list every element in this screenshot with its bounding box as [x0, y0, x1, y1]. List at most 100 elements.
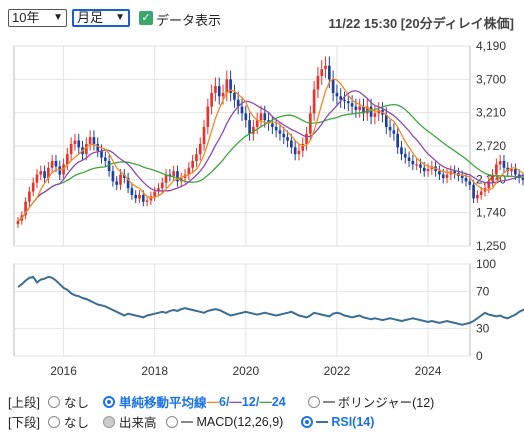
- sma-12-label: 12: [241, 394, 256, 409]
- price-tick-label: 1,250: [476, 239, 506, 253]
- volume-radio[interactable]: [102, 415, 115, 428]
- candle-body: [419, 164, 422, 168]
- candle-body: [130, 188, 134, 195]
- x-tick-label: 2024: [415, 364, 442, 378]
- sma-6-label: 6: [218, 394, 226, 409]
- volume-label: 出来高: [118, 416, 157, 430]
- candle-body: [244, 113, 248, 121]
- candle-body: [77, 140, 81, 148]
- candle-body: [221, 92, 225, 97]
- candle-body: [153, 191, 157, 197]
- candle-body: [441, 174, 445, 178]
- candle-body: [407, 157, 411, 161]
- candle-body: [263, 113, 267, 121]
- candle-body: [50, 160, 54, 168]
- candle-body: [282, 133, 286, 138]
- candle-body: [255, 120, 259, 127]
- candle-body: [438, 171, 441, 175]
- candle-body: [460, 175, 464, 178]
- price-tick-label: 1,740: [476, 206, 506, 220]
- candle-body: [343, 99, 346, 102]
- candle-body: [479, 191, 483, 195]
- candle-body: [472, 184, 475, 199]
- candle-body: [286, 137, 289, 141]
- candle-body: [248, 120, 251, 134]
- candle-body: [119, 174, 122, 185]
- candle-body: [160, 182, 164, 189]
- candle-body: [327, 65, 331, 80]
- candle-body: [476, 194, 479, 199]
- candle-body: [468, 181, 472, 185]
- candle-body: [422, 167, 426, 172]
- candle-body: [39, 171, 43, 175]
- candle-body: [172, 171, 175, 176]
- candle-body: [350, 103, 354, 107]
- candle-body: [297, 150, 301, 155]
- rsi-tick-label: 70: [476, 285, 490, 299]
- candle-body: [210, 92, 213, 107]
- candle-body: [403, 154, 407, 158]
- candle-body: [92, 137, 96, 144]
- candle-body: [445, 174, 449, 178]
- candle-body: [202, 126, 206, 144]
- candle-body: [320, 69, 324, 76]
- candle-body: [54, 160, 58, 167]
- rsi-radio[interactable]: [301, 415, 314, 428]
- candle-body: [290, 140, 293, 148]
- lower-none-radio[interactable]: [47, 415, 60, 428]
- candle-body: [138, 194, 141, 199]
- candle-body: [411, 160, 415, 165]
- price-tick-label: 4,190: [476, 39, 506, 53]
- candle-body: [107, 160, 111, 172]
- candle-body: [195, 154, 198, 161]
- candle-body: [335, 92, 339, 97]
- candle-body: [134, 194, 138, 199]
- candle-body: [225, 79, 229, 93]
- candle-body: [58, 166, 62, 175]
- macd-radio[interactable]: [166, 415, 179, 428]
- sma-24-label: 24: [271, 394, 286, 409]
- candle-body: [214, 86, 217, 93]
- candle-body: [426, 169, 430, 172]
- candle-body: [510, 169, 513, 172]
- candle-body: [331, 79, 335, 93]
- price-tick-label: 3,700: [476, 72, 506, 86]
- upper-none-label: なし: [63, 396, 89, 410]
- candle-body: [145, 200, 149, 202]
- candle-body: [233, 92, 236, 100]
- sma-label: 単純移動平均線: [118, 396, 207, 410]
- price-tick-label: 3,210: [476, 106, 506, 120]
- lower-prefix: [下段]: [8, 416, 40, 430]
- candle-body: [316, 75, 320, 90]
- candle-body: [392, 130, 396, 134]
- x-tick-label: 2018: [141, 364, 168, 378]
- candle-body: [69, 143, 73, 155]
- x-tick-label: 2022: [324, 364, 351, 378]
- lower-none-label: なし: [63, 416, 89, 430]
- candle-body: [293, 147, 297, 155]
- rsi-label: RSI(14): [331, 414, 375, 429]
- candle-body: [16, 220, 20, 225]
- candle-body: [324, 65, 327, 70]
- candle-body: [274, 126, 278, 131]
- x-tick-label: 2020: [232, 364, 259, 378]
- upper-options: [上段] なし 単純移動平均線 —6/ —12/ —24 ボリンジャー(12): [8, 392, 434, 411]
- sma-radio[interactable]: [102, 395, 115, 408]
- candle-body: [96, 143, 100, 151]
- bollinger-radio[interactable]: [307, 395, 320, 408]
- candle-body: [115, 181, 119, 185]
- candle-body: [502, 160, 506, 168]
- upper-none-radio[interactable]: [47, 395, 60, 408]
- candle-body: [369, 106, 373, 117]
- candle-body: [28, 191, 31, 202]
- rsi-tick-label: 100: [476, 257, 496, 271]
- rsi-tick-label: 30: [476, 321, 490, 335]
- candle-body: [191, 160, 194, 168]
- candle-body: [415, 164, 418, 166]
- candle-body: [73, 140, 77, 144]
- candle-body: [111, 171, 115, 182]
- candle-body: [206, 106, 210, 127]
- stock-chart: 4,1903,7003,2102,7202,2301,7401,25010070…: [13, 39, 524, 378]
- candle-body: [141, 194, 145, 202]
- candle-body: [514, 169, 517, 175]
